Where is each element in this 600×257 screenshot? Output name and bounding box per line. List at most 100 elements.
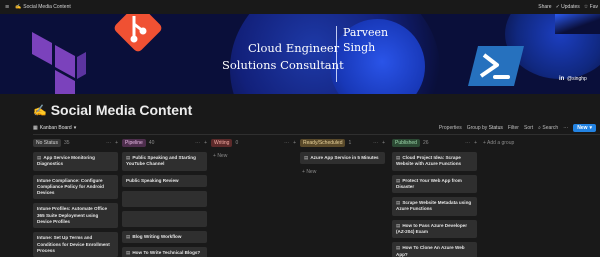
column-count: 0 — [235, 140, 239, 146]
board-column-published: Published 26 ··· + ▤ Cloud Project Idea: S… — [392, 138, 477, 257]
more-options-button[interactable]: ··· — [563, 125, 568, 131]
new-card-label: New — [217, 153, 228, 159]
card-title: Intune: Set Up Terms and Conditions for … — [37, 235, 110, 253]
column-count: 1 — [348, 140, 352, 146]
board-column-writing: Writing 0 ··· + + New — [211, 138, 296, 159]
board-card[interactable]: ▤ App Service Monitoring Diagnostics — [33, 152, 118, 171]
board-card[interactable]: Intune: Set Up Terms and Conditions for … — [33, 232, 118, 257]
new-card-label: New — [306, 169, 317, 176]
board-card[interactable]: ▤ How To Clone An Azure Web App? — [392, 242, 477, 257]
banner-name: Parveen Singh — [343, 25, 388, 55]
card-title: Protect Your Web App from Disaster — [396, 177, 462, 189]
status-pill[interactable]: Writing — [211, 139, 233, 147]
board-card[interactable]: ▤ Cloud Project Idea: Scrape Website with… — [392, 152, 477, 171]
board-card-empty[interactable] — [122, 210, 207, 227]
new-card-button[interactable]: + New — [211, 153, 296, 159]
more-icon[interactable]: ··· — [373, 140, 378, 146]
more-icon[interactable]: ··· — [106, 140, 111, 146]
view-tab-kanban[interactable]: ▦ Kanban Board ▾ — [33, 125, 76, 131]
top-bar: ≡ ✍️ Social Media Content Share ✓ Update… — [0, 0, 600, 14]
terraform-logo-icon — [32, 32, 86, 94]
banner-name-first: Parveen — [343, 26, 389, 39]
card-title: Public Speaking and Starting YouTube Cha… — [126, 155, 196, 167]
column-count: 35 — [63, 140, 70, 146]
card-title: Blog Writing Workflow — [132, 233, 182, 239]
plus-icon: + — [302, 169, 305, 176]
add-card-icon[interactable]: + — [293, 140, 296, 146]
new-card-button[interactable]: + New — [300, 169, 385, 175]
board-card[interactable]: ▤ Scrape Website Metadata using Azure Fun… — [392, 197, 477, 216]
page-emoji-icon[interactable]: ✍️ — [33, 104, 47, 117]
column-tools: ··· + — [284, 140, 296, 146]
board-column-ready-scheduled: Ready/Scheduled 1 ··· + ▤ Azure App Servic… — [300, 138, 385, 175]
column-count: 26 — [422, 140, 429, 146]
add-card-icon[interactable]: + — [115, 140, 118, 146]
column-header: No Status 35 ··· + — [33, 138, 118, 148]
chevron-down-icon: ▾ — [73, 125, 77, 131]
board-card[interactable]: ▤ How To Write Technical Blogs? — [122, 247, 207, 257]
board-card[interactable]: ▤ Protect Your Web App from Disaster — [392, 174, 477, 194]
board-card[interactable]: Intune Profiles: Automate Office 365 Sui… — [33, 203, 118, 229]
more-icon[interactable]: ··· — [284, 140, 289, 146]
page-icon: ▤ — [396, 222, 401, 228]
group-by-prefix: Group by — [466, 125, 488, 131]
view-tab-label: Kanban Board — [39, 125, 72, 131]
toolbar-divider — [33, 134, 600, 135]
breadcrumb-page-name[interactable]: Social Media Content — [23, 4, 71, 10]
search-icon: ⌕ — [538, 125, 541, 131]
board-card[interactable]: ▤ Public Speaking and Starting YouTube Ch… — [122, 152, 207, 171]
search-button[interactable]: ⌕ Search — [538, 125, 558, 131]
updates-button[interactable]: ✓ Updates — [556, 4, 580, 10]
status-pill[interactable]: Pipeline — [122, 139, 146, 147]
board-card[interactable]: Public Speaking Review — [122, 174, 207, 187]
board-card[interactable]: ▤ How to Pass Azure Developer (AZ-204) Ex… — [392, 219, 477, 239]
page-emoji-icon: ✍️ — [15, 4, 22, 10]
sidebar-toggle-icon[interactable]: ≡ — [5, 4, 13, 11]
card-title: Azure App Service in 5 Minutes — [310, 155, 379, 160]
column-tools: ··· + — [373, 140, 385, 146]
add-card-icon[interactable]: + — [474, 140, 477, 146]
status-pill[interactable]: Published — [392, 139, 420, 147]
favorite-button[interactable]: ☆ Fav — [584, 4, 598, 10]
kanban-board: No Status 35 ··· + ▤ App Service Monitorin… — [33, 138, 600, 257]
status-pill[interactable]: Ready/Scheduled — [300, 139, 346, 147]
card-title: How to Pass Azure Developer (AZ-204) Exa… — [396, 222, 468, 235]
chevron-down-icon: ▾ — [589, 125, 592, 131]
view-options: Properties Group by Status Filter Sort ⌕… — [439, 124, 600, 132]
add-card-icon[interactable]: + — [204, 140, 207, 146]
board-column-no-status: No Status 35 ··· + ▤ App Service Monitorin… — [33, 138, 118, 257]
view-toolbar: ▦ Kanban Board ▾ Properties Group by Sta… — [33, 123, 600, 133]
page-title-row: ✍️ Social Media Content — [33, 102, 192, 118]
board-card[interactable]: Intune Compliance: Configure Compliance … — [33, 174, 118, 200]
more-icon[interactable]: ··· — [195, 140, 200, 146]
board-view-icon: ▦ — [33, 125, 38, 131]
sort-button[interactable]: Sort — [524, 125, 533, 131]
add-card-icon[interactable]: + — [382, 140, 385, 146]
add-group-button[interactable]: + Add a group — [483, 140, 514, 146]
board-card[interactable]: ▤ Blog Writing Workflow — [122, 230, 207, 244]
column-tools: ··· + — [195, 140, 207, 146]
status-pill[interactable]: No Status — [33, 139, 61, 147]
page-icon: ▤ — [396, 177, 401, 183]
board-card-empty[interactable] — [122, 190, 207, 207]
banner-corner-accent — [555, 14, 600, 34]
card-title: Cloud Project Idea: Scrape Website with … — [396, 155, 462, 167]
linkedin-icon: in — [559, 76, 565, 82]
page-icon: ▤ — [126, 155, 131, 160]
board-card[interactable]: ▤ Azure App Service in 5 Minutes — [300, 152, 385, 165]
more-icon[interactable]: ··· — [465, 140, 470, 146]
properties-button[interactable]: Properties — [439, 125, 462, 131]
page-title[interactable]: Social Media Content — [51, 102, 193, 118]
filter-button[interactable]: Filter — [508, 125, 519, 131]
search-label: Search — [542, 125, 559, 131]
page-icon: ▤ — [304, 155, 309, 160]
powershell-logo-icon — [468, 46, 524, 86]
new-button[interactable]: New ▾ — [573, 124, 596, 132]
share-button[interactable]: Share — [538, 4, 551, 10]
banner-role-line1: Cloud Engineer — [248, 41, 340, 55]
card-title: Intune Profiles: Automate Office 365 Sui… — [37, 206, 108, 225]
card-title: How To Write Technical Blogs? — [132, 250, 201, 256]
page-icon: ▤ — [37, 155, 42, 160]
column-header: Writing 0 ··· + — [211, 138, 296, 148]
group-by-button[interactable]: Group by Status — [467, 125, 503, 131]
